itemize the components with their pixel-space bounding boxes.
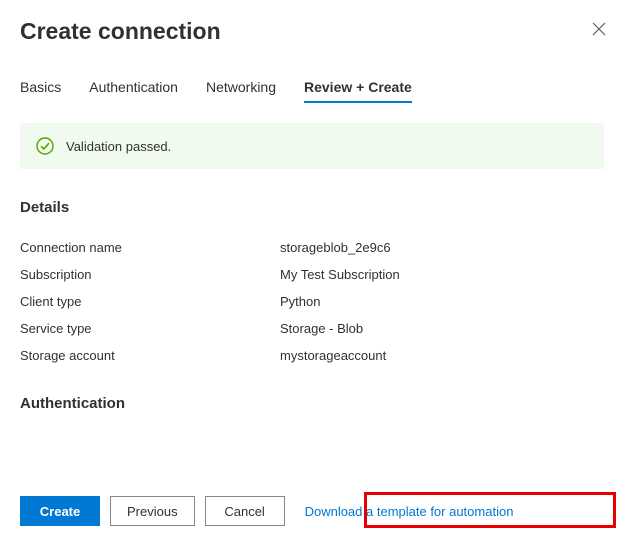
kv-client-type: Client type Python [20, 288, 604, 315]
panel-title: Create connection [20, 18, 221, 45]
details-section-title: Details [20, 199, 604, 216]
download-template-link[interactable]: Download a template for automation [305, 504, 514, 519]
service-type-value: Storage - Blob [280, 321, 363, 336]
client-type-label: Client type [20, 294, 280, 309]
kv-subscription: Subscription My Test Subscription [20, 261, 604, 288]
create-connection-panel: Create connection Basics Authentication … [0, 0, 630, 542]
subscription-label: Subscription [20, 267, 280, 282]
connection-name-label: Connection name [20, 240, 280, 255]
service-type-label: Service type [20, 321, 280, 336]
kv-connection-name: Connection name storageblob_2e9c6 [20, 234, 604, 261]
kv-service-type: Service type Storage - Blob [20, 315, 604, 342]
footer-bar: Create Previous Cancel Download a templa… [0, 484, 630, 542]
subscription-value: My Test Subscription [280, 267, 400, 282]
tab-authentication[interactable]: Authentication [89, 73, 178, 103]
authentication-section-title: Authentication [20, 395, 604, 412]
tab-strip: Basics Authentication Networking Review … [20, 73, 610, 103]
validation-message: Validation passed. [66, 139, 171, 154]
client-type-value: Python [280, 294, 320, 309]
validation-banner: Validation passed. [20, 123, 604, 169]
close-button[interactable] [588, 18, 610, 44]
close-icon [592, 22, 606, 36]
connection-name-value: storageblob_2e9c6 [280, 240, 391, 255]
storage-account-label: Storage account [20, 348, 280, 363]
kv-storage-account: Storage account mystorageaccount [20, 342, 604, 369]
previous-button[interactable]: Previous [110, 496, 195, 526]
tab-review-create[interactable]: Review + Create [304, 73, 412, 103]
panel-header: Create connection [20, 18, 610, 45]
tab-networking[interactable]: Networking [206, 73, 276, 103]
success-check-icon [36, 137, 54, 155]
tab-basics[interactable]: Basics [20, 73, 61, 103]
create-button[interactable]: Create [20, 496, 100, 526]
content-scroll[interactable]: Validation passed. Details Connection na… [20, 123, 610, 542]
cancel-button[interactable]: Cancel [205, 496, 285, 526]
storage-account-value: mystorageaccount [280, 348, 386, 363]
